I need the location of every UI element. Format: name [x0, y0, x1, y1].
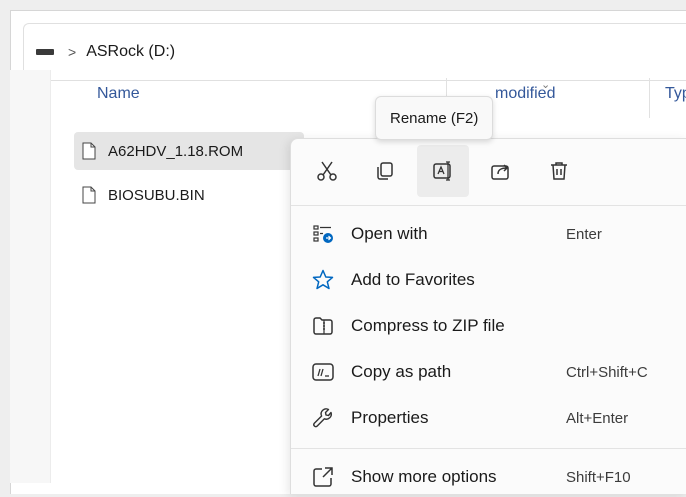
menu-item-label: Show more options [351, 467, 497, 486]
menu-item-compress-to-zip[interactable]: Compress to ZIP file [291, 306, 686, 346]
menu-item-show-more-options[interactable]: Show more options Shift+F10 [291, 457, 686, 497]
column-header-name[interactable]: Name [97, 85, 140, 103]
breadcrumb-location[interactable]: ASRock (D:) [86, 43, 175, 61]
menu-item-label: Add to Favorites [351, 270, 475, 289]
cut-icon [317, 161, 337, 181]
cut-button[interactable] [301, 145, 353, 197]
copy-path-icon [312, 363, 334, 381]
file-icon [82, 142, 96, 160]
rename-icon [433, 161, 451, 181]
context-menu: Open with Enter Add to Favorites Compres… [290, 138, 686, 494]
menu-item-properties[interactable]: Properties Alt+Enter [291, 398, 686, 438]
file-name: BIOSUBU.BIN [108, 186, 205, 204]
share-icon [491, 164, 509, 180]
tooltip-text: Rename (F2) [390, 109, 479, 127]
address-bar[interactable]: > ASRock (D:) [23, 23, 686, 81]
menu-item-copy-as-path[interactable]: Copy as path Ctrl+Shift+C [291, 352, 686, 392]
file-row-a62hdv[interactable]: A62HDV_1.18.ROM [74, 132, 304, 170]
star-icon [312, 269, 334, 290]
menu-item-add-to-favorites[interactable]: Add to Favorites [291, 260, 686, 300]
wrench-icon [313, 408, 332, 428]
file-icon [82, 186, 96, 204]
menu-item-shortcut: Shift+F10 [566, 468, 631, 486]
menu-item-label: Properties [351, 408, 429, 427]
drive-icon [36, 49, 54, 55]
breadcrumb-separator: > [68, 44, 77, 60]
menu-item-label: Copy as path [351, 362, 452, 381]
file-name: A62HDV_1.18.ROM [108, 142, 244, 160]
more-options-icon [313, 467, 333, 487]
menu-item-shortcut: Ctrl+Shift+C [566, 363, 648, 381]
menu-divider [291, 448, 686, 449]
rename-tooltip: Rename (F2) [375, 96, 494, 140]
delete-icon [551, 162, 567, 180]
menu-item-label: Open with [351, 224, 428, 243]
menu-item-label: Compress to ZIP file [351, 316, 505, 335]
column-header-date-modified[interactable]: modified [495, 85, 555, 103]
context-menu-action-bar [301, 145, 591, 197]
menu-divider [291, 205, 686, 206]
menu-item-open-with[interactable]: Open with Enter [291, 214, 686, 254]
zip-folder-icon [313, 317, 333, 335]
delete-button[interactable] [533, 145, 585, 197]
share-button[interactable] [475, 145, 527, 197]
copy-button[interactable] [359, 145, 411, 197]
copy-icon [377, 162, 393, 180]
file-row-biosubu[interactable]: BIOSUBU.BIN [74, 176, 304, 214]
navigation-pane [10, 70, 51, 483]
rename-button[interactable] [417, 145, 469, 197]
column-divider[interactable] [649, 78, 650, 118]
menu-item-shortcut: Alt+Enter [566, 409, 629, 427]
menu-item-shortcut: Enter [566, 225, 602, 243]
column-header-type[interactable]: Typ [665, 85, 686, 103]
open-with-icon [313, 225, 333, 243]
